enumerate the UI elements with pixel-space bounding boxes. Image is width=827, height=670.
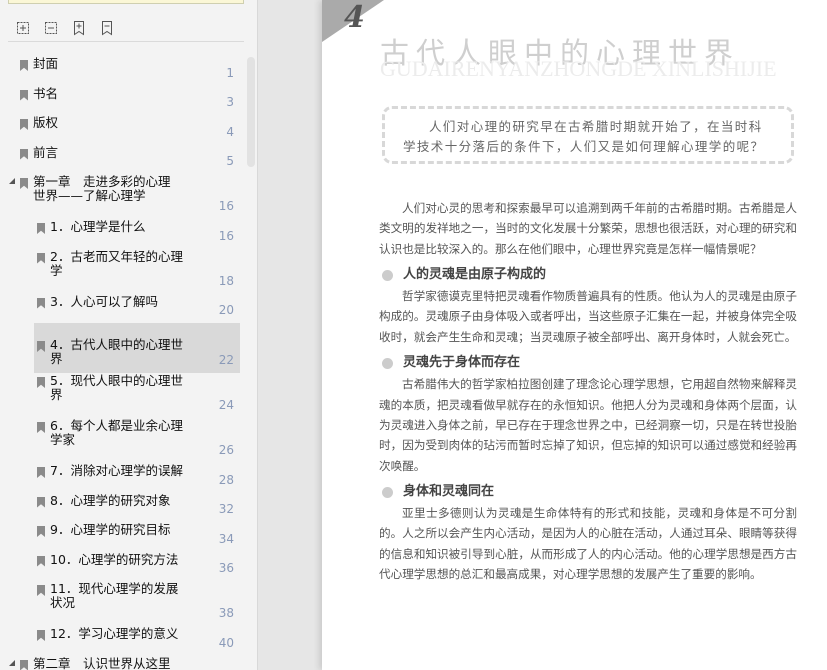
paragraph: 人们对心灵的思考和探索最早可以追溯到两千年前的古希腊时期。古希腊是人类文明的发祥…: [379, 201, 797, 256]
bookmark-item[interactable]: 7．消除对心理学的误解 28: [0, 463, 244, 493]
bookmark-page-number: 16: [218, 199, 234, 213]
bookmark-icon: [20, 659, 28, 670]
remove-bookmark-icon[interactable]: [99, 20, 115, 36]
bookmark-icon: [37, 223, 45, 234]
search-box[interactable]: [8, 0, 244, 4]
bookmark-item[interactable]: 8．心理学的研究对象 32: [0, 493, 244, 523]
bookmark-page-number: 4: [226, 124, 234, 139]
bookmark-icon: [37, 467, 45, 478]
page-body: 人们对心灵的思考和探索最早可以追溯到两千年前的古希腊时期。古希腊是人类文明的发祥…: [379, 198, 797, 584]
bookmark-icon: [20, 89, 28, 101]
section-heading: 人的灵魂是由原子构成的: [379, 265, 797, 285]
bookmark-icon: [37, 585, 45, 596]
bookmark-page-number: 24: [218, 398, 234, 412]
bookmark-item[interactable]: 第二章 认识世界从这里开: [0, 656, 244, 670]
expand-triangle-icon[interactable]: [9, 659, 15, 666]
collapse-all-icon[interactable]: [43, 20, 59, 36]
paragraph: 亚里士多德则认为灵魂是生命体特有的形式和技能，灵魂和身体是不可分割的。人之所以会…: [379, 506, 797, 582]
bookmark-label: 6．每个人都是业余心理学家: [50, 418, 183, 447]
bookmark-page-number: 38: [218, 606, 234, 620]
chapter-pinyin: GUDAIRENYANZHONGDE XINLISHIJIE: [380, 56, 777, 81]
bullet-icon: [382, 269, 393, 281]
bullet-icon: [382, 486, 393, 498]
bookmark-list: 封面 1 书名 3 版权 4 前言 5 第一章 走进多彩的心理世界——了解心理学 16 1．心理学是…: [0, 56, 244, 670]
paragraph: 哲学家德谟克里特把灵魂看作物质普遍具有的性质。他认为人的灵魂是由原子构成的。灵魂…: [379, 289, 797, 344]
bookmark-item[interactable]: 1．心理学是什么 16: [0, 219, 244, 249]
bookmark-item[interactable]: 4．古代人眼中的心理世界 22: [0, 323, 244, 373]
bookmark-item[interactable]: 前言 5: [0, 145, 244, 175]
bookmark-page-number: 36: [218, 561, 234, 575]
bookmark-icon: [20, 178, 28, 189]
bookmark-label: 2．古老而又年轻的心理学: [50, 248, 183, 278]
section-heading: 灵魂先于身体而存在: [379, 353, 797, 373]
bookmarks-panel: 封面 1 书名 3 版权 4 前言 5 第一章 走进多彩的心理世界——了解心理学 16 1．心理学是…: [0, 0, 258, 670]
scrollbar[interactable]: [247, 57, 255, 167]
bookmark-icon: [20, 119, 28, 130]
bookmark-label: 前言: [33, 144, 59, 160]
bookmark-label: 版权: [33, 115, 59, 130]
bookmark-label: 12．学习心理学的意义: [50, 626, 179, 641]
bookmark-icon: [37, 630, 45, 641]
bookmark-page-number: 5: [226, 154, 234, 168]
bookmark-icon: [37, 526, 45, 537]
bookmark-page-number: 1: [226, 65, 234, 80]
bookmark-label: 5．现代人眼中的心理世界: [50, 373, 183, 402]
bookmark-item[interactable]: 版权 4: [0, 115, 244, 145]
expand-all-icon[interactable]: [15, 20, 31, 36]
bookmark-item[interactable]: 2．古老而又年轻的心理学 18: [0, 249, 244, 294]
bookmark-page-number: 16: [218, 228, 234, 243]
bookmark-label: 9．心理学的研究目标: [50, 522, 171, 537]
bookmark-item[interactable]: 封面 1: [0, 56, 244, 86]
paragraph: 古希腊伟大的哲学家柏拉图创建了理念论心理学思想，它用超自然物来解释灵魂的本质，把…: [379, 377, 797, 473]
bookmark-label: 封面: [33, 56, 59, 71]
section-heading: 身体和灵魂同在: [379, 482, 797, 502]
expand-triangle-icon[interactable]: [9, 178, 15, 184]
bookmark-page-number: 28: [218, 472, 234, 487]
bookmark-label: 11．现代心理学的发展状况: [50, 581, 179, 610]
bookmark-item[interactable]: 6．每个人都是业余心理学家 26: [0, 418, 244, 463]
bookmark-label: 书名: [33, 85, 59, 101]
bookmark-icon: [37, 252, 45, 264]
bookmark-icon: [20, 60, 28, 71]
bookmark-item[interactable]: 第一章 走进多彩的心理世界——了解心理学 16: [0, 174, 244, 219]
bookmark-page-number: 3: [226, 95, 234, 109]
bookmark-toolbar: [8, 14, 244, 42]
bookmark-page-number: 32: [218, 502, 234, 516]
bookmark-icon: [37, 496, 45, 508]
bookmark-item[interactable]: 12．学习心理学的意义 40: [0, 626, 244, 656]
bookmark-item[interactable]: 3．人心可以了解吗 20: [0, 294, 244, 324]
bookmark-label: 3．人心可以了解吗: [50, 293, 158, 309]
bookmark-label: 第一章 走进多彩的心理世界——了解心理学: [33, 174, 171, 203]
bookmark-item[interactable]: 书名 3: [0, 86, 244, 116]
bookmark-icon: [20, 148, 28, 160]
bookmark-page-number: 18: [218, 273, 234, 288]
bookmark-page-number: 20: [218, 303, 234, 317]
bookmark-label: 8．心理学的研究对象: [50, 492, 171, 508]
chapter-number: 4: [344, 0, 365, 35]
bookmark-icon: [37, 555, 45, 567]
bookmark-label: 第二章 认识世界从这里开: [33, 655, 171, 670]
bookmark-page-number: 26: [218, 443, 234, 457]
bookmark-label: 1．心理学是什么: [50, 219, 146, 234]
bookmark-label: 7．消除对心理学的误解: [50, 463, 183, 478]
bookmark-item[interactable]: 11．现代心理学的发展状况 38: [0, 581, 244, 626]
add-bookmark-icon[interactable]: [71, 20, 87, 36]
bookmark-item[interactable]: 5．现代人眼中的心理世界 24: [0, 373, 244, 418]
document-page: 4 古代人眼中的心理世界 GUDAIRENYANZHONGDE XINLISHI…: [322, 0, 827, 670]
bookmark-icon: [37, 297, 45, 309]
bookmark-item[interactable]: 9．心理学的研究目标 34: [0, 522, 244, 552]
bookmark-label: 10．心理学的研究方法: [50, 551, 179, 567]
intro-box: 人们对心理的研究早在古希腊时期就开始了，在当时科学技术十分落后的条件下，人们又是…: [382, 106, 794, 164]
bookmark-label: 4．古代人眼中的心理世界: [50, 337, 183, 366]
bookmark-page-number: 40: [218, 635, 234, 650]
bookmark-page-number: 34: [218, 531, 234, 546]
bullet-icon: [382, 357, 393, 369]
bookmark-page-number: 22: [218, 353, 234, 367]
bookmark-icon: [37, 377, 45, 388]
bookmark-item[interactable]: 10．心理学的研究方法 36: [0, 552, 244, 582]
bookmark-icon: [37, 422, 45, 433]
